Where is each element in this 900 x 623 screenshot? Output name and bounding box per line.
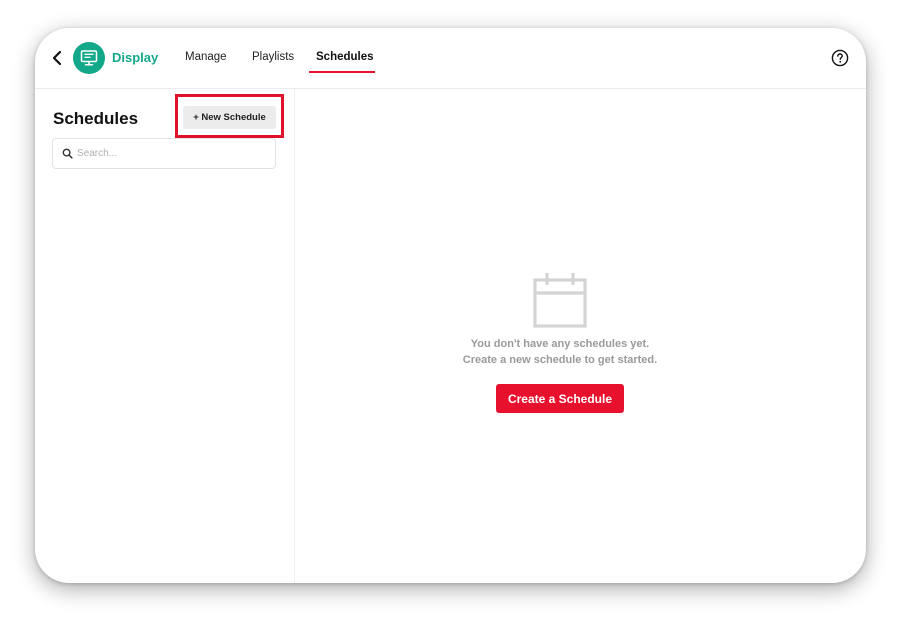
tab-manage[interactable]: Manage bbox=[185, 51, 227, 63]
help-icon bbox=[831, 49, 849, 67]
app-name: Display bbox=[112, 50, 159, 65]
new-schedule-button[interactable]: + New Schedule bbox=[183, 106, 276, 129]
back-button[interactable] bbox=[49, 48, 65, 68]
top-bar: Display Manage Playlists Schedules bbox=[35, 28, 866, 89]
empty-state-hint: Create a new schedule to get started. bbox=[462, 354, 658, 366]
main-content: You don't have any schedules yet. Create… bbox=[295, 89, 866, 583]
help-button[interactable] bbox=[831, 49, 849, 67]
chevron-left-icon bbox=[52, 50, 62, 66]
active-tab-indicator bbox=[309, 71, 375, 73]
app-logo bbox=[73, 42, 105, 74]
app-window: Display Manage Playlists Schedules Sched… bbox=[35, 28, 866, 583]
page-title: Schedules bbox=[53, 109, 139, 128]
sidebar: Schedules + New Schedule bbox=[35, 89, 295, 583]
search-box bbox=[52, 138, 276, 169]
empty-state-message: You don't have any schedules yet. bbox=[470, 338, 650, 350]
monitor-icon bbox=[80, 50, 98, 66]
calendar-icon bbox=[533, 273, 587, 328]
create-schedule-button[interactable]: Create a Schedule bbox=[496, 384, 624, 413]
search-icon bbox=[62, 148, 73, 159]
tab-playlists[interactable]: Playlists bbox=[252, 51, 294, 63]
search-input[interactable] bbox=[77, 148, 267, 159]
tab-schedules[interactable]: Schedules bbox=[316, 51, 374, 63]
